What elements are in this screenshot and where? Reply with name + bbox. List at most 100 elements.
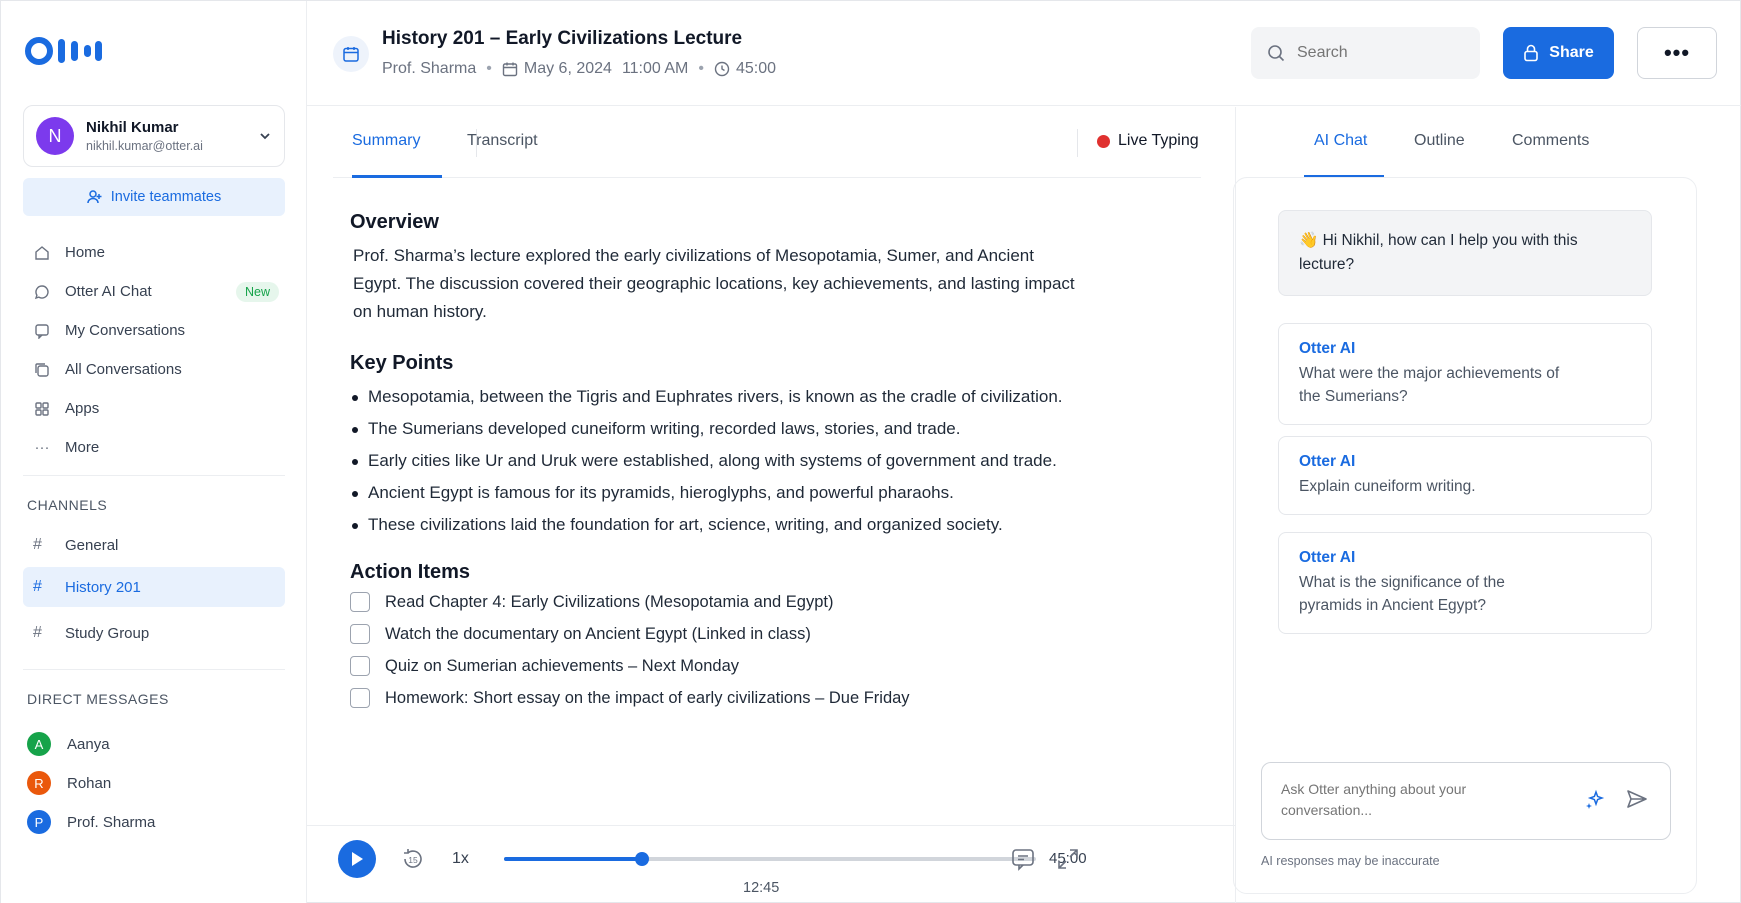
share-label: Share (1549, 44, 1594, 61)
page-title: History 201 – Early Civilizations Lectur… (382, 28, 743, 49)
search-input[interactable] (1297, 44, 1447, 62)
send-icon[interactable] (1625, 787, 1649, 811)
action-item: Watch the documentary on Ancient Egypt (… (350, 618, 1110, 650)
dm-label: Prof. Sharma (67, 813, 156, 831)
dm-prof-sharma[interactable]: P Prof. Sharma (23, 804, 155, 840)
user-avatar: N (36, 117, 74, 155)
tab-ai-chat[interactable]: AI Chat (1314, 132, 1367, 150)
conversation-date: May 6, 2024 (523, 60, 612, 77)
right-panel: AI Chat Outline Comments 👋 Hi Nikhil, ho… (1233, 107, 1741, 903)
new-badge: New (235, 281, 279, 302)
action-items-list: Read Chapter 4: Early Civilizations (Mes… (350, 586, 1110, 714)
action-item: Homework: Short essay on the impact of e… (350, 682, 1110, 714)
ellipsis-icon: ··· (34, 439, 50, 456)
channel-study-group[interactable]: # Study Group (23, 613, 285, 653)
action-item-text: Watch the documentary on Ancient Egypt (… (385, 624, 811, 643)
sidebar-item-apps[interactable]: Apps (23, 389, 285, 428)
sidebar-item-home[interactable]: Home (23, 233, 285, 272)
conversation-time: 11:00 AM (621, 60, 689, 77)
dm-label: Aanya (67, 735, 110, 753)
action-item: Read Chapter 4: Early Civilizations (Mes… (350, 586, 1110, 618)
suggested-question[interactable]: Otter AI Explain cuneiform writing. (1278, 436, 1652, 515)
sidebar-item-label: Apps (65, 400, 100, 417)
sparkle-icon[interactable] (1584, 789, 1606, 811)
conversation-header: History 201 – Early Civilizations Lectur… (307, 1, 1741, 106)
speaker-name: Prof. Sharma (382, 60, 477, 77)
greeting-message: 👋 Hi Nikhil, how can I help you with thi… (1278, 210, 1652, 296)
suggestion-text: What is the significance of the pyramids… (1299, 574, 1505, 614)
ask-otter-box (1261, 762, 1671, 840)
grid-icon (33, 400, 51, 418)
sidebar-item-label: Otter AI Chat (65, 283, 152, 300)
action-checkbox[interactable] (350, 688, 370, 708)
expand-icon[interactable] (1055, 846, 1081, 872)
playback-speed-button[interactable]: 1x (452, 850, 469, 868)
tab-separator (1077, 129, 1078, 157)
separator-dot: • (698, 60, 704, 77)
key-points-list: Mesopotamia, between the Tigris and Euph… (350, 383, 1090, 539)
suggestion-source: Otter AI (1299, 453, 1356, 470)
content-tabs: Summary Transcript Live Typing (333, 107, 1201, 178)
channel-history-201[interactable]: # History 201 (23, 567, 285, 607)
hash-icon: # (33, 578, 42, 595)
share-button[interactable]: Share (1503, 27, 1614, 79)
captions-icon[interactable] (1010, 846, 1036, 872)
separator-dot: • (486, 60, 492, 77)
sidebar: N Nikhil Kumar nikhil.kumar@otter.ai Inv… (1, 1, 307, 903)
sidebar-nav: Home Otter AI Chat New My Conversations … (23, 233, 285, 467)
progress-thumb[interactable] (635, 852, 650, 866)
sidebar-item-more[interactable]: ··· More (23, 428, 285, 467)
search-box[interactable] (1251, 27, 1480, 79)
tab-transcript[interactable]: Transcript (467, 132, 538, 150)
avatar: R (27, 771, 51, 795)
tab-summary[interactable]: Summary (352, 132, 420, 150)
ai-chat-panel: 👋 Hi Nikhil, how can I help you with thi… (1233, 177, 1697, 894)
recording-dot-icon (1097, 134, 1110, 148)
live-typing-toggle[interactable]: Live Typing (1097, 132, 1199, 150)
tab-outline[interactable]: Outline (1414, 132, 1465, 150)
action-checkbox[interactable] (350, 592, 370, 612)
key-points-heading: Key Points (350, 352, 454, 374)
rewind-15-icon[interactable]: 15 (399, 845, 427, 873)
dm-aanya[interactable]: A Aanya (23, 726, 110, 762)
home-icon (33, 244, 51, 262)
conversation-meta: Prof. Sharma • May 6, 2024 11:00 AM • 45… (382, 60, 776, 78)
channel-label: General (65, 536, 119, 554)
suggested-question[interactable]: Otter AI What were the major achievement… (1278, 323, 1652, 425)
sidebar-item-all-conversations[interactable]: All Conversations (23, 350, 285, 389)
suggested-question[interactable]: Otter AI What is the significance of the… (1278, 532, 1652, 634)
progress-fill (504, 857, 643, 861)
suggestion-text: What were the major achievements of the … (1299, 365, 1560, 405)
action-checkbox[interactable] (350, 656, 370, 676)
invite-teammates-button[interactable]: Invite teammates (23, 178, 285, 216)
play-icon (352, 852, 363, 866)
action-item-text: Read Chapter 4: Early Civilizations (Mes… (385, 592, 834, 611)
skip-label: 15 (408, 855, 418, 865)
channel-general[interactable]: # General (23, 525, 285, 565)
add-user-icon (87, 190, 102, 204)
tab-comments[interactable]: Comments (1512, 132, 1589, 150)
calendar-small-icon (502, 62, 518, 77)
conversation-icon (33, 322, 51, 340)
progress-slider[interactable] (504, 852, 1036, 866)
stack-icon (33, 361, 51, 379)
account-switcher[interactable]: N Nikhil Kumar nikhil.kumar@otter.ai (23, 105, 285, 167)
ai-disclaimer: AI responses may be inaccurate (1261, 854, 1440, 868)
sidebar-item-label: My Conversations (65, 322, 186, 339)
sidebar-item-label: All Conversations (65, 361, 182, 378)
action-item: Quiz on Sumerian achievements – Next Mon… (350, 650, 1110, 682)
action-checkbox[interactable] (350, 624, 370, 644)
audio-player: 15 1x 45:00 12:45 (307, 825, 1235, 903)
sidebar-item-otter-ai-chat[interactable]: Otter AI Chat New (23, 272, 285, 311)
direct-messages-heading: DIRECT MESSAGES (27, 691, 169, 707)
live-typing-label: Live Typing (1118, 132, 1199, 149)
sidebar-item-my-conversations[interactable]: My Conversations (23, 311, 285, 350)
suggestion-text: Explain cuneiform writing. (1299, 478, 1476, 495)
ask-input[interactable] (1281, 779, 1531, 825)
dm-rohan[interactable]: R Rohan (23, 765, 111, 801)
more-options-button[interactable]: ••• (1637, 27, 1717, 79)
hash-icon: # (33, 624, 42, 641)
overview-heading: Overview (350, 211, 439, 233)
otter-logo[interactable] (25, 33, 115, 69)
play-button[interactable] (338, 840, 376, 878)
